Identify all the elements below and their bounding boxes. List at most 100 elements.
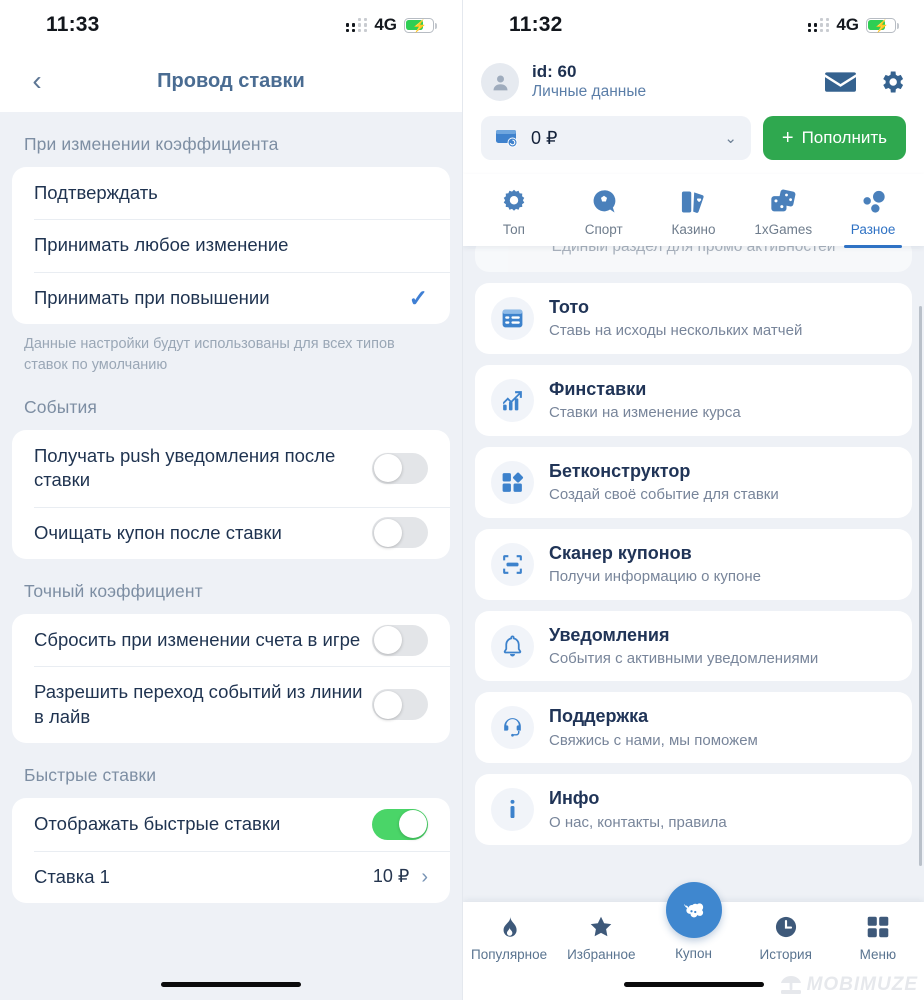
home-indicator (623, 981, 764, 987)
list-item-toto[interactable]: Тото Ставь на исходы нескольких матчей (475, 283, 912, 354)
chevron-right-icon[interactable]: › (421, 867, 428, 887)
list-item-coupon-scanner[interactable]: Сканер купонов Получи информацию о купон… (475, 528, 912, 600)
topup-label: Пополнить (801, 128, 887, 147)
soccer-ball-icon (593, 190, 616, 213)
setting-label: Отображать быстрые ставки (34, 813, 281, 835)
setting-row-clear-coupon[interactable]: Очищать купон после ставки (12, 506, 450, 559)
list-item-support[interactable]: Поддержка Свяжись с нами, мы поможем (475, 692, 912, 764)
status-bar-left: 11:33 4G ⚡ (0, 0, 462, 50)
battery-icon: ⚡ (404, 17, 438, 33)
setting-label: Получать push уведомления после ставки (34, 444, 336, 491)
list-item-title: Тото (549, 297, 589, 317)
tab-sport[interactable]: Спорт (559, 180, 649, 246)
bottom-nav-label: История (759, 947, 812, 962)
list-item-betconstructor[interactable]: Бетконструктор Создай своё событие для с… (475, 446, 912, 518)
tab-label: Спорт (584, 222, 623, 237)
gear-star-icon (503, 189, 525, 211)
setting-row-accept-any[interactable]: Принимать любое изменение (12, 219, 450, 271)
chevron-down-icon[interactable]: ⌄ (724, 131, 737, 146)
topup-button[interactable]: + Пополнить (762, 116, 906, 160)
toggle-reset-on-score-change[interactable] (372, 624, 428, 656)
list-item-title: Финставки (549, 378, 647, 399)
home-indicator (161, 981, 301, 987)
category-tabs: Топ Спорт Казино 1xGames Разное (463, 174, 924, 248)
dice-icon (771, 189, 796, 212)
toggle-push-notifications[interactable] (372, 452, 428, 484)
bottom-nav-label: Избранное (567, 947, 636, 962)
list-item-partial[interactable]: Единый раздел для промо активностей (475, 246, 912, 272)
bottom-nav-popular[interactable]: Популярное (463, 914, 555, 962)
settings-card-odds-change: Подтверждать Принимать любое изменение П… (12, 167, 450, 325)
list-item-subtitle: Создай своё событие для ставки (549, 486, 779, 504)
setting-row-bet-1[interactable]: Ставка 1 10 ₽ › (12, 850, 450, 903)
section-header-odds-change: При изменении коэффициента (24, 134, 279, 154)
list-item-texts: Сканер купонов Получи информацию о купон… (549, 542, 761, 587)
status-bar-right: 11:32 4G ⚡ (463, 0, 924, 50)
setting-row-confirm[interactable]: Подтверждать (12, 167, 450, 219)
list-item-notifications[interactable]: Уведомления События с активными уведомле… (475, 610, 912, 682)
setting-row-push-notifications[interactable]: Получать push уведомления после ставки (12, 430, 450, 507)
status-indicators: 4G ⚡ (807, 15, 900, 35)
signal-strength-icon (345, 17, 368, 32)
tab-label: Разное (850, 222, 896, 237)
setting-row-reset-on-score-change[interactable]: Сбросить при изменении счета в игре (12, 614, 450, 666)
section-header-events: События (24, 396, 97, 417)
balance-row: 0 ₽ ⌄ + Пополнить (481, 110, 906, 174)
vertical-scrollbar[interactable] (919, 306, 922, 866)
toggle-clear-coupon[interactable] (372, 517, 428, 549)
list-item-finbets[interactable]: Финставки Ставки на изменение курса (475, 364, 912, 436)
menu-list-scroll-area: Единый раздел для промо активностей Тото… (463, 246, 924, 892)
nav-bar: ‹ Провод ставки (0, 50, 462, 112)
bottom-nav-history[interactable]: История (740, 914, 832, 962)
toggle-line-to-live[interactable] (372, 689, 428, 721)
list-item-texts: Инфо О нас, контакты, правила (549, 787, 727, 832)
bottom-nav-menu[interactable]: Меню (832, 914, 924, 962)
section-hint-odds-change: Данные настройки будут использованы для … (24, 336, 395, 373)
mail-icon[interactable] (825, 70, 856, 94)
list-item-title: Сканер купонов (549, 542, 692, 563)
tab-top[interactable]: Топ (469, 180, 559, 246)
tab-misc[interactable]: Разное (828, 180, 918, 248)
headset-icon (491, 706, 534, 750)
settings-card-quick-bets: Отображать быстрые ставки Ставка 1 10 ₽ … (12, 798, 450, 904)
list-item-subtitle: Единый раздел для промо активностей (551, 246, 836, 255)
grid-icon (867, 916, 889, 938)
balance-selector[interactable]: 0 ₽ ⌄ (481, 116, 751, 160)
list-item-subtitle: Ставки на изменение курса (549, 404, 741, 422)
chevron-left-icon[interactable]: ‹ (20, 64, 54, 98)
bottom-nav-coupon[interactable]: Купон (647, 882, 739, 961)
account-row: id: 60 Личные данные (481, 54, 906, 110)
list-item-info[interactable]: Инфо О нас, контакты, правила (475, 774, 912, 846)
bottom-nav-label: Меню (859, 947, 897, 962)
account-text[interactable]: id: 60 Личные данные (532, 62, 812, 102)
setting-label: Принимать любое изменение (34, 234, 289, 256)
settings-card-events: Получать push уведомления после ставки О… (12, 429, 450, 560)
setting-row-line-to-live[interactable]: Разрешить переход событий из линии в лай… (12, 666, 450, 743)
setting-row-accept-increase[interactable]: Принимать при повышении ✓ (12, 271, 450, 324)
status-time: 11:32 (509, 13, 563, 36)
tab-casino[interactable]: Казино (649, 180, 739, 246)
bottom-nav-favorites[interactable]: Избранное (555, 914, 647, 962)
clock-icon (775, 916, 796, 938)
setting-label: Сбросить при изменении счета в игре (34, 629, 361, 651)
dual-screenshot-container: 11:33 4G ⚡ ‹ Провод ставки При изменении (0, 0, 924, 1000)
list-item-texts: Уведомления События с активными уведомле… (549, 624, 818, 669)
list-item-subtitle: Получи информацию о купоне (549, 568, 761, 586)
right-phone-screen: 11:32 4G ⚡ id: 60 Личные данные 0 ₽ ⌄ + … (462, 0, 924, 1000)
list-item-texts: Поддержка Свяжись с нами, мы поможем (549, 705, 758, 750)
account-actions (825, 68, 906, 96)
list-item-subtitle: О нас, контакты, правила (549, 813, 727, 831)
list-item-subtitle: Свяжись с нами, мы поможем (549, 731, 758, 749)
wallet-icon (495, 126, 519, 150)
gear-icon[interactable] (878, 68, 906, 96)
list-card-icon (491, 296, 534, 340)
coupon-fab[interactable] (665, 882, 722, 938)
toggle-show-quick-bets[interactable] (372, 808, 428, 840)
tab-label: 1xGames (754, 222, 813, 237)
tab-1xgames[interactable]: 1xGames (738, 180, 828, 246)
setting-row-show-quick-bets[interactable]: Отображать быстрые ставки (12, 798, 450, 850)
personal-data-link[interactable]: Личные данные (532, 83, 812, 102)
user-avatar-icon[interactable] (481, 63, 519, 101)
list-item-subtitle: Ставь на исходы нескольких матчей (549, 322, 803, 340)
list-item-subtitle: События с активными уведомлениями (549, 649, 819, 667)
